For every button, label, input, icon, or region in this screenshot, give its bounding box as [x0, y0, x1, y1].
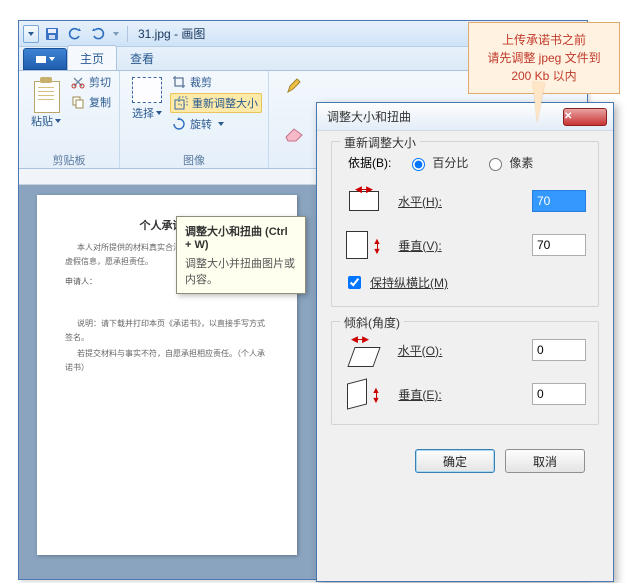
radio-percent[interactable]: 百分比	[407, 154, 468, 171]
basis-label: 依据(B):	[348, 154, 391, 171]
vertical-input[interactable]	[532, 234, 586, 256]
eraser-button[interactable]	[279, 123, 309, 145]
vert-arrow-icon	[372, 236, 382, 254]
horizontal-input[interactable]	[532, 190, 586, 212]
clipboard-group-label: 剪贴板	[25, 152, 113, 168]
tooltip-body: 调整大小并扭曲图片或内容。	[185, 255, 297, 287]
rotate-icon	[172, 117, 186, 131]
image-group-label: 图像	[126, 152, 262, 168]
file-button[interactable]	[23, 48, 67, 70]
horizontal-label: 水平(H):	[392, 193, 448, 210]
resize-legend: 重新调整大小	[340, 134, 420, 151]
resize-tooltip: 调整大小和扭曲 (Ctrl + W) 调整大小并扭曲图片或内容。	[176, 216, 306, 294]
close-icon: ✕	[564, 111, 606, 122]
close-button[interactable]: ✕	[563, 108, 607, 126]
crop-button[interactable]: 裁剪	[170, 73, 262, 91]
copy-icon	[71, 95, 85, 109]
clipboard-icon	[32, 77, 60, 111]
crop-icon	[172, 75, 186, 89]
clipboard-group: 粘贴 剪切 复制 剪贴板	[19, 71, 120, 168]
cut-button[interactable]: 剪切	[69, 73, 113, 91]
save-icon[interactable]	[41, 23, 63, 45]
tools-partial-group	[269, 71, 319, 168]
window-title: 31.jpg - 画图	[138, 25, 205, 42]
skew-h-arrow-icon	[351, 334, 369, 345]
paste-button[interactable]: 粘贴	[25, 73, 67, 133]
copy-button[interactable]: 复制	[69, 93, 113, 111]
radio-pixels[interactable]: 像素	[484, 154, 533, 171]
resize-dialog: 调整大小和扭曲 ✕ 重新调整大小 依据(B): 百分比 像素 水平(H): 垂直…	[316, 102, 614, 582]
image-group: 选择 裁剪 重新调整大小 旋转 图像	[120, 71, 269, 168]
skew-h-input[interactable]	[532, 339, 586, 361]
horiz-arrow-icon	[355, 184, 373, 195]
tab-view[interactable]: 查看	[117, 45, 167, 70]
cancel-button[interactable]: 取消	[505, 449, 585, 473]
skew-v-input[interactable]	[532, 383, 586, 405]
pencil-icon[interactable]	[285, 77, 303, 95]
dialog-titlebar[interactable]: 调整大小和扭曲 ✕	[317, 103, 613, 131]
resize-button[interactable]: 重新调整大小	[170, 93, 262, 113]
skew-h-icon	[347, 347, 380, 367]
select-button[interactable]: 选择	[126, 73, 168, 125]
tab-home[interactable]: 主页	[67, 45, 117, 70]
qat-dropdown[interactable]	[23, 25, 39, 43]
tooltip-title: 调整大小和扭曲 (Ctrl + W)	[185, 223, 297, 251]
rotate-button[interactable]: 旋转	[170, 115, 262, 133]
skew-legend: 倾斜(角度)	[340, 314, 404, 331]
resize-fieldset: 重新调整大小 依据(B): 百分比 像素 水平(H): 垂直(V): 保持纵横比…	[331, 141, 599, 307]
skew-h-label: 水平(O):	[392, 342, 448, 359]
scissors-icon	[71, 75, 85, 89]
resize-icon	[174, 96, 188, 110]
skew-v-arrow-icon	[371, 385, 381, 403]
skew-fieldset: 倾斜(角度) 水平(O): 垂直(E):	[331, 321, 599, 425]
ok-button[interactable]: 确定	[415, 449, 495, 473]
vert-rect-icon	[346, 231, 368, 259]
undo-icon[interactable]	[64, 23, 86, 45]
skew-v-icon	[347, 378, 367, 409]
select-icon	[132, 77, 162, 103]
vertical-label: 垂直(V):	[392, 237, 448, 254]
skew-v-label: 垂直(E):	[392, 386, 448, 403]
redo-icon[interactable]	[87, 23, 109, 45]
keep-ratio-checkbox[interactable]: 保持纵横比(M)	[344, 273, 586, 292]
qat-more[interactable]	[110, 23, 122, 45]
eraser-icon	[282, 125, 306, 143]
